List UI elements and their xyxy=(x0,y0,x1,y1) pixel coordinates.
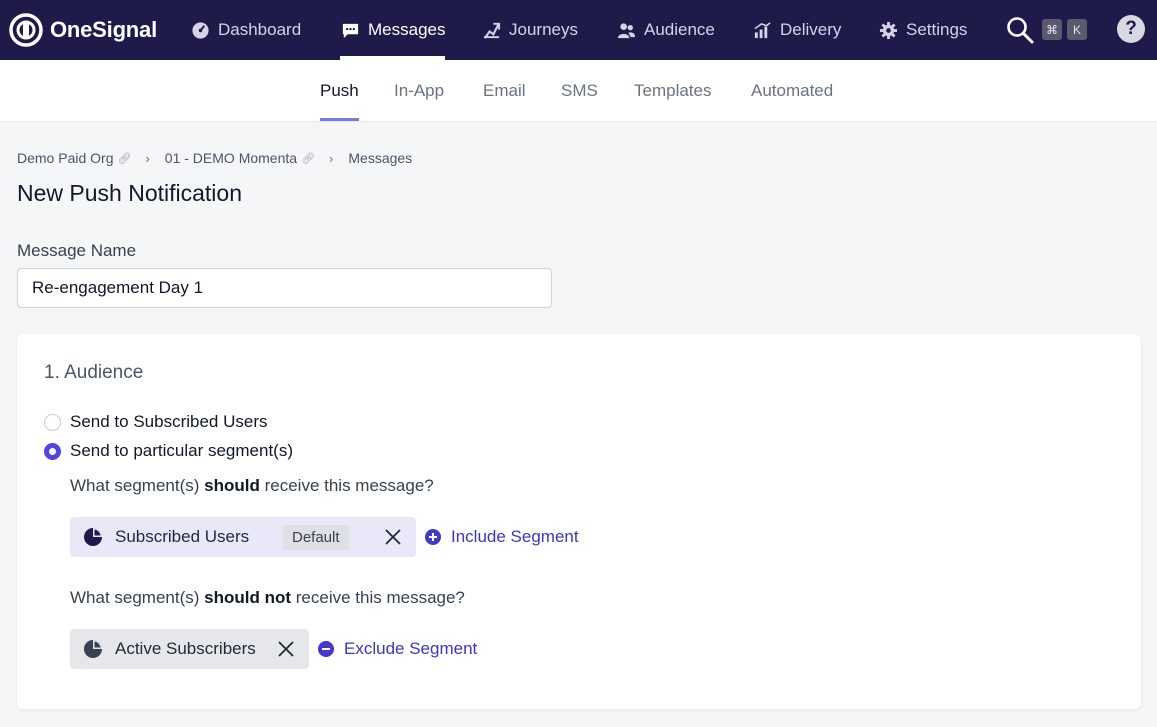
nav-dashboard[interactable]: Dashboard xyxy=(190,0,301,60)
tab-sms[interactable]: SMS xyxy=(561,60,598,121)
radio-send-subscribed-label: Send to Subscribed Users xyxy=(70,412,268,431)
included-segment-chip: Subscribed Users Default xyxy=(70,517,416,557)
included-segment-name: Subscribed Users xyxy=(115,527,250,546)
radio-send-segments-label: Send to particular segment(s) xyxy=(70,441,293,460)
nav-settings[interactable]: Settings xyxy=(878,0,967,60)
exclude-question-bold: should not xyxy=(204,588,292,607)
nav-dashboard-label: Dashboard xyxy=(218,20,302,39)
include-question-pre: What segment(s) xyxy=(70,476,205,495)
brand-name: OneSignal xyxy=(50,17,157,42)
nav-audience-label: Audience xyxy=(644,20,715,39)
chevron-right-icon: › xyxy=(329,150,334,166)
breadcrumb-app-label: 01 - DEMO Momenta xyxy=(164,150,298,166)
tab-email[interactable]: Email xyxy=(483,60,526,121)
nav-messages[interactable]: Messages xyxy=(340,0,446,60)
page-title: New Push Notification xyxy=(17,180,242,206)
search-icon[interactable] xyxy=(1005,15,1035,45)
delivery-icon xyxy=(752,20,772,40)
close-icon[interactable] xyxy=(277,640,295,658)
message-name-label: Message Name xyxy=(17,241,137,260)
exclude-question-post: receive this message? xyxy=(291,588,465,607)
nav-delivery[interactable]: Delivery xyxy=(752,0,841,60)
shortcut-key-k: K xyxy=(1067,19,1087,40)
exclude-segment-label: Exclude Segment xyxy=(344,639,478,658)
audience-icon xyxy=(616,20,636,40)
minus-circle-icon xyxy=(318,641,334,657)
nav-settings-label: Settings xyxy=(906,20,968,39)
radio-send-segments[interactable]: Send to particular segment(s) xyxy=(44,441,293,461)
dashboard-icon xyxy=(190,20,210,40)
exclude-question-pre: What segment(s) xyxy=(70,588,205,607)
tab-automated[interactable]: Automated xyxy=(751,60,833,121)
audience-title: 1. Audience xyxy=(44,362,144,383)
pie-chart-icon xyxy=(84,640,102,658)
breadcrumb: Demo Paid Org 🔗︎ › 01 - DEMO Momenta 🔗︎ … xyxy=(17,150,412,166)
chevron-right-icon: › xyxy=(145,150,150,166)
link-icon: 🔗︎ xyxy=(117,152,132,165)
excluded-segment-name: Active Subscribers xyxy=(115,639,256,658)
message-icon xyxy=(340,20,360,40)
radio-circle[interactable] xyxy=(44,413,61,431)
plus-circle-icon xyxy=(425,529,441,545)
nav-journeys-label: Journeys xyxy=(509,20,578,39)
include-segment-label: Include Segment xyxy=(451,527,579,546)
pie-chart-icon xyxy=(84,528,102,546)
nav-delivery-label: Delivery xyxy=(780,20,842,39)
exclude-question: What segment(s) should not receive this … xyxy=(70,588,465,608)
nav-audience[interactable]: Audience xyxy=(616,0,715,60)
tab-templates[interactable]: Templates xyxy=(634,60,711,121)
breadcrumb-org-label: Demo Paid Org xyxy=(17,150,114,166)
include-segment-button[interactable]: Include Segment xyxy=(425,527,579,547)
close-icon[interactable] xyxy=(384,528,402,546)
breadcrumb-messages[interactable]: Messages xyxy=(348,150,412,166)
link-icon: 🔗︎ xyxy=(301,152,316,165)
tab-in-app[interactable]: In-App xyxy=(394,60,444,121)
include-question-post: receive this message? xyxy=(259,476,434,495)
journey-icon xyxy=(481,20,501,40)
exclude-segment-button[interactable]: Exclude Segment xyxy=(318,639,477,659)
nav-messages-label: Messages xyxy=(368,20,446,39)
breadcrumb-app[interactable]: 01 - DEMO Momenta 🔗︎ xyxy=(165,150,315,166)
channel-tabs: Push In-App Email SMS Templates Automate… xyxy=(0,60,1157,122)
gear-icon xyxy=(878,20,898,40)
tab-push[interactable]: Push xyxy=(320,60,359,121)
audience-card: 1. Audience Send to Subscribed Users Sen… xyxy=(17,334,1141,709)
include-question: What segment(s) should receive this mess… xyxy=(70,476,434,496)
onesignal-logo-icon xyxy=(9,13,43,47)
excluded-segment-chip: Active Subscribers xyxy=(70,629,309,669)
include-question-bold: should xyxy=(204,476,260,495)
top-navigation: OneSignal Dashboard Messages Journeys Au… xyxy=(0,0,1157,60)
radio-circle-checked[interactable] xyxy=(44,442,61,460)
shortcut-key-cmd: ⌘ xyxy=(1042,19,1062,40)
radio-send-subscribed[interactable]: Send to Subscribed Users xyxy=(44,412,268,432)
default-badge: Default xyxy=(283,525,349,550)
onesignal-logo[interactable]: OneSignal xyxy=(9,0,157,60)
message-name-input[interactable] xyxy=(17,268,552,308)
help-icon[interactable]: ? xyxy=(1117,15,1145,43)
nav-journeys[interactable]: Journeys xyxy=(481,0,578,60)
breadcrumb-org[interactable]: Demo Paid Org 🔗︎ xyxy=(17,150,131,166)
